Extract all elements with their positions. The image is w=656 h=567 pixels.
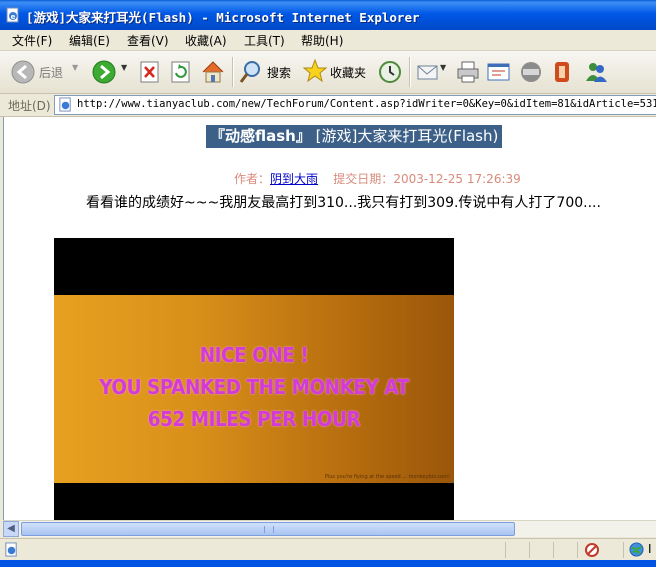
menu-bar: 文件(F) 编辑(E) 查看(V) 收藏(A) 工具(T) 帮助(H) (0, 30, 656, 51)
print-icon[interactable] (455, 57, 481, 87)
status-cell (505, 542, 528, 558)
discuss-icon[interactable] (518, 57, 544, 87)
favorites-star-icon[interactable] (302, 57, 328, 87)
flash-credit: Plus you're flying at the speed ... monk… (324, 474, 450, 480)
research-icon[interactable] (551, 57, 573, 87)
page-content: 『动感flash』 [游戏]大家来打耳光(Flash) 作者：阴到大雨 提交日期… (3, 117, 656, 520)
home-icon[interactable] (200, 57, 226, 87)
back-button-label[interactable]: 后退 (39, 64, 63, 81)
edit-icon[interactable] (486, 57, 512, 87)
stop-icon[interactable] (139, 57, 161, 87)
menu-view[interactable]: 查看(V) (127, 32, 169, 49)
menu-file[interactable]: 文件(F) (12, 32, 52, 49)
status-cell (529, 542, 552, 558)
post-body: 看看谁的成绩好~~~我朋友最高打到310...我只有打到309.传说中有人打了7… (86, 195, 601, 211)
ie-page-icon: e (6, 7, 19, 23)
scroll-left-arrow-icon[interactable]: ◀ (3, 521, 19, 537)
post-title: [游戏]大家来打耳光(Flash) (315, 127, 499, 145)
date-label: 提交日期： (333, 172, 394, 186)
status-cell (577, 542, 622, 558)
flash-line-3: 652 MILES PER HOUR (147, 407, 361, 431)
flash-stage: NICE ONE ! YOU SPANKED THE MONKEY AT 652… (54, 295, 454, 483)
svg-text:e: e (11, 13, 16, 21)
post-title-banner: 『动感flash』 [游戏]大家来打耳光(Flash) (206, 125, 503, 148)
scrollbar-grip (264, 526, 274, 533)
forward-dropdown-icon[interactable]: ▼ (121, 63, 127, 72)
page-icon (59, 97, 71, 112)
horizontal-scrollbar[interactable]: ◀ (3, 520, 656, 537)
back-dropdown-icon[interactable]: ▼ (72, 63, 78, 72)
flash-line-1: NICE ONE ! (199, 343, 309, 367)
menu-favorites[interactable]: 收藏(A) (185, 32, 227, 49)
author-link[interactable]: 阴到大雨 (270, 172, 318, 186)
address-label: 地址(D) (8, 99, 51, 113)
post-date: 2003-12-25 17:26:39 (393, 172, 521, 186)
search-icon[interactable] (238, 57, 264, 87)
zone-label: I (648, 542, 652, 556)
popup-blocked-icon[interactable] (584, 542, 600, 558)
window-bottom-edge (0, 560, 656, 567)
history-icon[interactable] (377, 57, 403, 87)
page-status-icon (5, 542, 17, 557)
forward-arrow-icon[interactable] (91, 57, 117, 87)
search-button-label[interactable]: 搜索 (267, 64, 291, 81)
internet-globe-icon (629, 542, 644, 557)
zone-cell: I (623, 542, 656, 558)
title-bar: e [游戏]大家来打耳光(Flash) - Microsoft Internet… (0, 0, 656, 30)
refresh-icon[interactable] (170, 57, 192, 87)
status-cell (553, 542, 576, 558)
menu-tools[interactable]: 工具(T) (244, 32, 285, 49)
forum-name[interactable]: 『动感flash』 (210, 127, 311, 145)
mail-icon[interactable] (416, 57, 440, 87)
window-title: [游戏]大家来打耳光(Flash) - Microsoft Internet E… (26, 10, 420, 25)
address-url[interactable]: http://www.tianyaclub.com/new/TechForum/… (77, 98, 656, 110)
status-bar: I (0, 538, 656, 561)
toolbar-separator (409, 57, 411, 87)
standard-toolbar: 后退 ▼ ▼ 搜索 收藏夹 ▼ (0, 51, 656, 94)
address-bar: 地址(D) http://www.tianyaclub.com/new/Tech… (0, 94, 656, 117)
menu-help[interactable]: 帮助(H) (301, 32, 343, 49)
menu-edit[interactable]: 编辑(E) (69, 32, 110, 49)
favorites-button-label[interactable]: 收藏夹 (330, 64, 366, 81)
flash-line-2: YOU SPANKED THE MONKEY AT (99, 375, 409, 399)
flash-game[interactable]: NICE ONE ! YOU SPANKED THE MONKEY AT 652… (54, 238, 454, 520)
messenger-icon[interactable] (583, 57, 609, 87)
toolbar-separator (232, 57, 234, 87)
mail-dropdown-icon[interactable]: ▼ (440, 63, 446, 72)
back-arrow-icon[interactable] (10, 57, 36, 87)
author-label: 作者： (234, 172, 271, 186)
scrollbar-thumb[interactable] (21, 522, 515, 536)
address-field[interactable]: http://www.tianyaclub.com/new/TechForum/… (54, 95, 656, 115)
post-meta: 作者：阴到大雨 提交日期：2003-12-25 17:26:39 (234, 170, 521, 187)
